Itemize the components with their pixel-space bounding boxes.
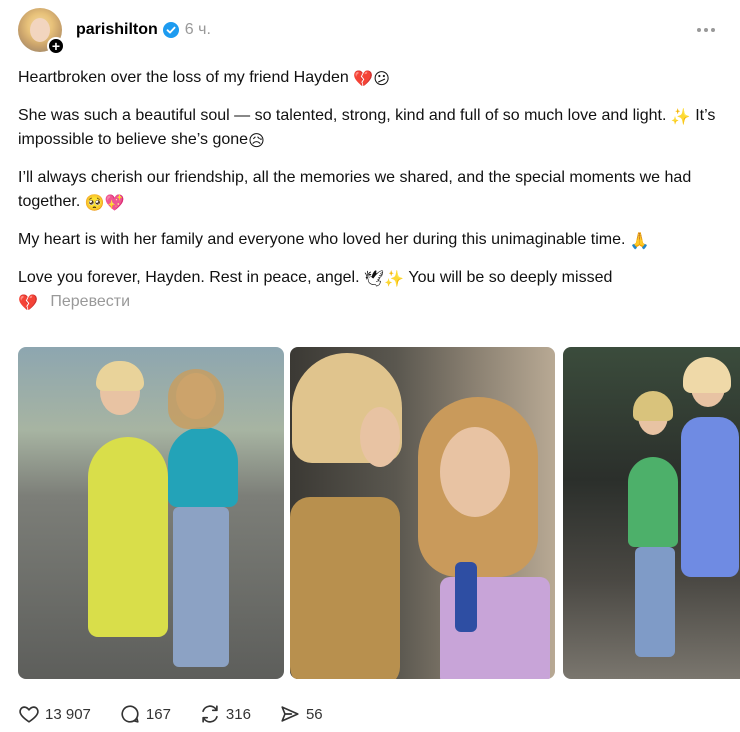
heart-icon	[19, 706, 39, 723]
emoji-pleading-heart: 🥺💖	[84, 195, 125, 212]
emoji-broken-heart-sad: 💔😕	[353, 71, 390, 88]
verified-badge-icon	[162, 22, 179, 38]
comment-count: 167	[145, 705, 171, 723]
paragraph-5: Love you forever, Hayden. Rest in peace,…	[18, 269, 613, 312]
photo-2[interactable]	[290, 347, 555, 679]
paragraph-2: She was such a beautiful soul — so talen…	[18, 107, 716, 150]
paragraph-3: I’ll always cherish our friendship, all …	[18, 169, 692, 212]
like-count: 13 907	[45, 705, 91, 723]
like-button[interactable]: 13 907	[18, 703, 91, 725]
paragraph-4: My heart is with her family and everyone…	[18, 231, 650, 250]
photo-carousel[interactable]	[18, 347, 740, 679]
username[interactable]: parishilton	[76, 21, 158, 39]
follow-plus-icon[interactable]: +	[47, 37, 65, 55]
translate-link[interactable]: Перевести	[50, 293, 130, 310]
action-bar: 13 907 167 316 56	[18, 702, 351, 726]
emoji-sparkles: ✨	[670, 109, 691, 126]
paragraph-1: Heartbroken over the loss of my friend H…	[18, 69, 390, 88]
share-icon	[281, 706, 299, 722]
emoji-sad: 😥	[248, 133, 265, 150]
timestamp[interactable]: 6 ч.	[185, 21, 211, 39]
share-button[interactable]: 56	[279, 703, 323, 725]
emoji-broken-heart: 💔	[18, 295, 38, 312]
comment-bubble-icon	[121, 705, 139, 723]
repost-icon	[202, 705, 218, 723]
photo-3[interactable]	[563, 347, 740, 679]
repost-count: 316	[225, 705, 251, 723]
share-count: 56	[305, 705, 323, 723]
more-options-icon[interactable]	[694, 22, 718, 38]
emoji-dove-sparkles: 🕊✨	[364, 271, 405, 288]
emoji-pray: 🙏	[629, 233, 650, 250]
comment-button[interactable]: 167	[119, 703, 171, 725]
avatar[interactable]: +	[18, 8, 65, 55]
post-text: Heartbroken over the loss of my friend H…	[18, 66, 718, 328]
post-header: parishilton 6 ч.	[76, 18, 211, 42]
repost-button[interactable]: 316	[199, 703, 251, 725]
photo-1[interactable]	[18, 347, 284, 679]
